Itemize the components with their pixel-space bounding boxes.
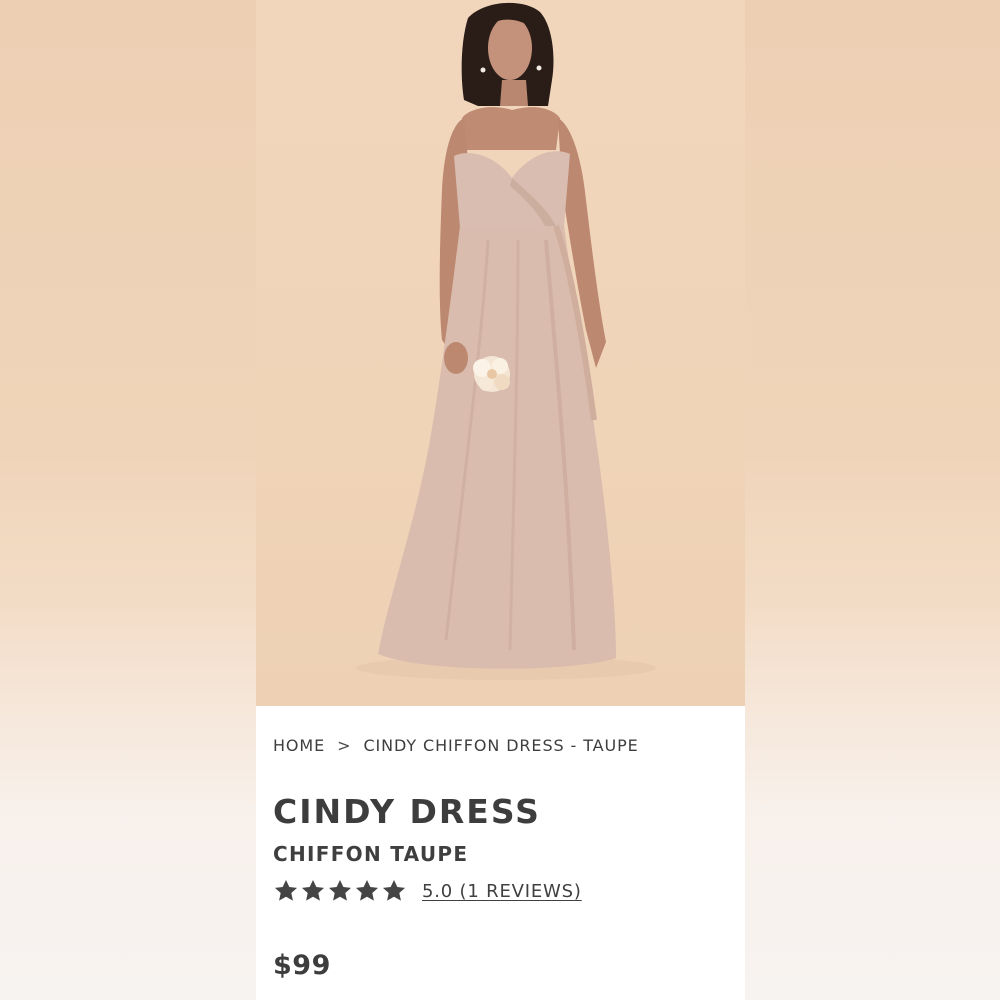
product-price: $99 <box>273 950 331 981</box>
star-icon <box>274 879 298 901</box>
model-dress-illustration <box>356 2 656 680</box>
breadcrumb-separator-icon: > <box>337 736 352 755</box>
product-image[interactable] <box>256 0 745 706</box>
star-icon <box>328 879 352 901</box>
background-left <box>0 0 256 1000</box>
star-icon <box>301 879 325 901</box>
product-info-panel: HOME > CINDY CHIFFON DRESS - TAUPE CINDY D… <box>256 706 745 1000</box>
product-card: HOME > CINDY CHIFFON DRESS - TAUPE CINDY D… <box>256 0 745 1000</box>
reviews-link[interactable]: 5.0 (1 REVIEWS) <box>422 881 582 902</box>
star-icon <box>382 879 406 901</box>
background-right <box>745 0 1000 1000</box>
star-rating[interactable] <box>273 878 408 904</box>
breadcrumb-home-link[interactable]: HOME <box>273 736 325 755</box>
rating-row: 5.0 (1 REVIEWS) <box>273 876 582 906</box>
product-subtitle: CHIFFON TAUPE <box>273 842 469 866</box>
star-icon <box>355 879 379 901</box>
breadcrumb-current-link[interactable]: CINDY CHIFFON DRESS - TAUPE <box>363 736 638 755</box>
product-title: CINDY DRESS <box>273 792 541 831</box>
breadcrumb: HOME > CINDY CHIFFON DRESS - TAUPE <box>273 736 639 755</box>
